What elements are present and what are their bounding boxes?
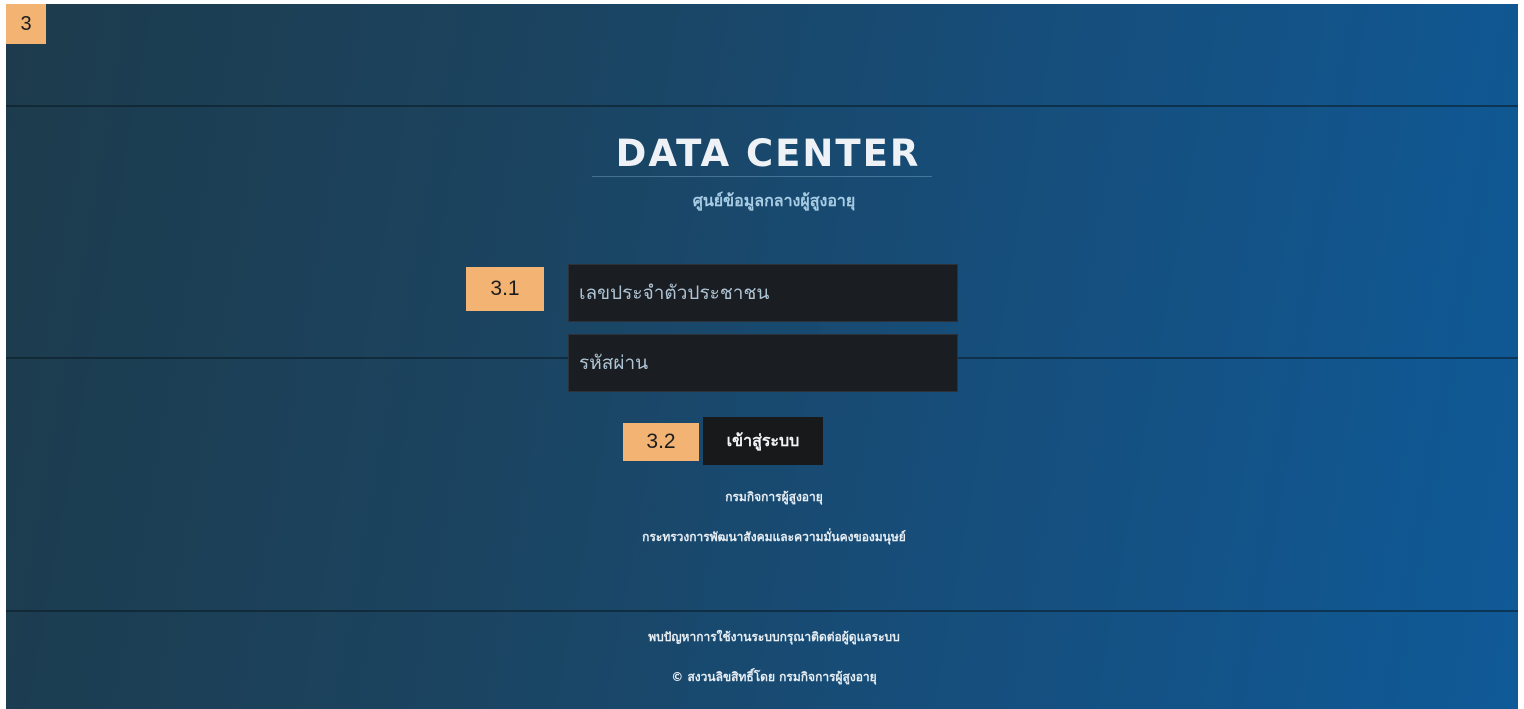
- copyright-text: © สงวนลิขสิทธิ์โดย กรมกิจการผู้สูงอายุ: [671, 670, 877, 684]
- annotation-marker-3: 3: [6, 4, 46, 44]
- scan-line: [6, 105, 1518, 107]
- page-subtitle: ศูนย์ข้อมูลกลางผู้สูงอายุ: [692, 191, 856, 210]
- ministry-name: กระทรวงการพัฒนาสังคมและความมั่นคงของมนุษ…: [642, 530, 906, 544]
- page-title: DATA CENTER: [615, 132, 921, 175]
- password-input[interactable]: [568, 334, 958, 392]
- login-screen: 3 DATA CENTER ศูนย์ข้อมูลกลางผู้สูงอายุ …: [6, 4, 1518, 709]
- help-text: พบปัญหาการใช้งานระบบกรุณาติดต่อผู้ดูแลระ…: [648, 630, 900, 644]
- login-button[interactable]: เข้าสู่ระบบ: [703, 417, 823, 465]
- scan-line: [6, 610, 1518, 612]
- annotation-marker-3-1: 3.1: [466, 267, 544, 311]
- department-name: กรมกิจการผู้สูงอายุ: [725, 490, 823, 504]
- annotation-marker-3-2: 3.2: [623, 423, 699, 461]
- citizen-id-input[interactable]: [568, 264, 958, 322]
- title-divider: [592, 176, 932, 177]
